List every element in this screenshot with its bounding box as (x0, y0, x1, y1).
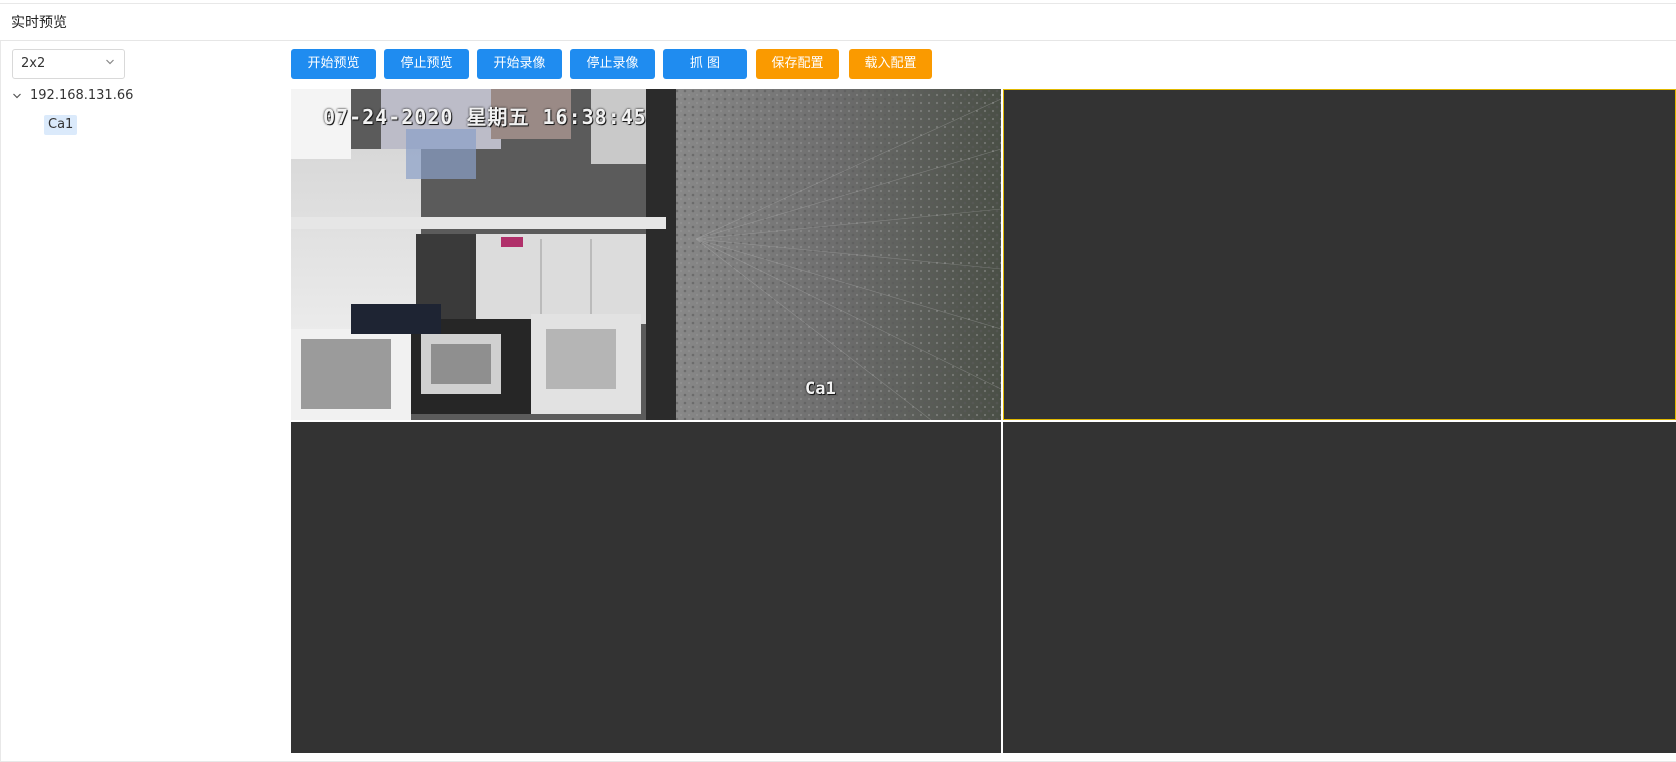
layout-select-value: 2x2 (21, 56, 46, 71)
camera-feed-image (291, 89, 1001, 420)
stop-record-button[interactable]: 停止录像 (570, 49, 655, 79)
osd-channel-name: Ca1 (805, 379, 836, 399)
start-preview-button[interactable]: 开始预览 (291, 49, 376, 79)
tree-item-camera[interactable]: Ca1 (44, 115, 78, 135)
tree-node-label[interactable]: 192.168.131.66 (30, 88, 133, 103)
load-config-button[interactable]: 载入配置 (849, 49, 932, 79)
page-title: 实时预览 (11, 15, 67, 31)
video-grid: 07-24-2020 星期五 16:38:45 Ca1 (291, 89, 1676, 753)
layout-select[interactable]: 2x2 (12, 49, 125, 79)
video-cell-3[interactable] (291, 422, 1001, 753)
video-cell-2[interactable] (1003, 89, 1676, 420)
video-cell-4[interactable] (1003, 422, 1676, 753)
camera-feed: 07-24-2020 星期五 16:38:45 Ca1 (291, 89, 1001, 420)
save-config-button[interactable]: 保存配置 (756, 49, 839, 79)
page-header: 实时预览 (0, 4, 1676, 41)
start-record-button[interactable]: 开始录像 (477, 49, 562, 79)
capture-button[interactable]: 抓 图 (663, 49, 747, 79)
video-cell-1[interactable]: 07-24-2020 星期五 16:38:45 Ca1 (291, 89, 1001, 420)
stop-preview-button[interactable]: 停止预览 (384, 49, 469, 79)
frame-border-left (0, 41, 1, 762)
chevron-down-icon (106, 59, 114, 65)
chevron-down-icon[interactable] (12, 91, 22, 101)
osd-datetime: 07-24-2020 星期五 16:38:45 (323, 105, 647, 129)
